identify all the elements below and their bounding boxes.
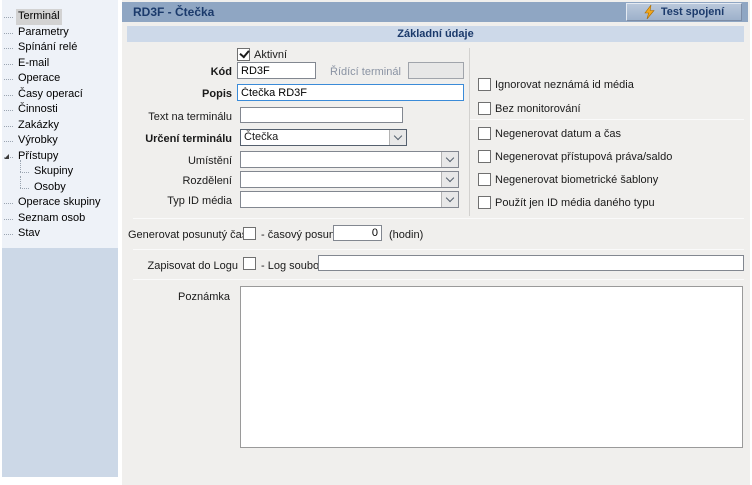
zapisovat-do-logu-checkbox[interactable] <box>243 257 256 270</box>
sidebar-item-email[interactable]: E-mail <box>2 56 118 72</box>
kod-label: Kód <box>142 65 232 79</box>
options-divider <box>470 119 744 120</box>
sidebar-item-label: Zakázky <box>16 118 61 134</box>
negenerovat-prava-label: Negenerovat přístupová práva/saldo <box>495 150 672 164</box>
test-connection-button[interactable]: Test spojení <box>626 3 742 21</box>
umisteni-select[interactable] <box>240 151 459 168</box>
sidebar-item-operace[interactable]: Operace <box>2 71 118 87</box>
section-divider <box>133 218 744 219</box>
aktivni-label: Aktivní <box>254 48 287 62</box>
sidebar-panel: Terminál Parametry Spínání relé E-mail O… <box>2 0 118 477</box>
sidebar-item-osoby[interactable]: Osoby <box>2 180 118 196</box>
typ-id-media-label: Typ ID média <box>142 194 232 208</box>
ridici-terminal-label: Řídící terminál <box>330 65 401 79</box>
section-divider <box>133 249 744 250</box>
sidebar-item-casy-operaci[interactable]: Časy operací <box>2 87 118 103</box>
urceni-terminalu-select[interactable]: Čtečka <box>240 129 407 146</box>
sidebar-item-label: Osoby <box>32 180 68 196</box>
sidebar-item-label: Parametry <box>16 25 71 41</box>
sidebar-item-terminal[interactable]: Terminál <box>2 9 118 25</box>
casovy-posun-label: - časový posun <box>261 228 335 242</box>
combo-dropdown-button[interactable] <box>441 192 458 207</box>
negenerovat-datum-label: Negenerovat datum a čas <box>495 127 621 141</box>
sidebar-item-label: Operace skupiny <box>16 195 103 211</box>
sidebar-item-seznam-osob[interactable]: Seznam osob <box>2 211 118 227</box>
ignorovat-neznama-label: Ignorovat neznámá id média <box>495 78 634 92</box>
sidebar-item-parametry[interactable]: Parametry <box>2 25 118 41</box>
urceni-terminalu-value: Čtečka <box>241 130 389 145</box>
sidebar-item-label: Výrobky <box>16 133 60 149</box>
aktivni-checkbox[interactable] <box>237 48 250 61</box>
sidebar-item-label: Spínání relé <box>16 40 79 56</box>
vertical-divider <box>469 48 470 216</box>
sidebar-item-label: Časy operací <box>16 87 85 103</box>
hodin-unit-label: (hodin) <box>389 228 423 242</box>
negenerovat-prava-checkbox[interactable] <box>478 150 491 163</box>
pouzit-jen-id-checkbox[interactable] <box>478 196 491 209</box>
sidebar-item-stav[interactable]: Stav <box>2 226 118 242</box>
sidebar-item-label: Seznam osob <box>16 211 87 227</box>
poznamka-label: Poznámka <box>140 290 230 304</box>
negenerovat-sablony-label: Negenerovat biometrické šablony <box>495 173 658 187</box>
bez-monitorovani-label: Bez monitorování <box>495 102 581 116</box>
combo-dropdown-button[interactable] <box>441 152 458 167</box>
sidebar-item-label: Stav <box>16 226 42 242</box>
text-na-terminalu-label: Text na terminálu <box>142 110 232 124</box>
chevron-down-icon <box>394 132 402 140</box>
sidebar-item-label: Operace <box>16 71 62 87</box>
sidebar-item-label: Přístupy <box>16 149 60 165</box>
sidebar-item-spinani-rele[interactable]: Spínání relé <box>2 40 118 56</box>
pouzit-jen-id-label: Použít jen ID média daného typu <box>495 196 655 210</box>
sidebar-item-vyrobky[interactable]: Výrobky <box>2 133 118 149</box>
text-na-terminalu-input[interactable] <box>240 107 403 123</box>
combo-dropdown-button[interactable] <box>389 130 406 145</box>
lightning-icon <box>644 5 655 19</box>
chevron-down-icon <box>446 194 454 202</box>
sidebar-item-label: Terminál <box>16 9 62 25</box>
generovat-posunuty-cas-label: Generovat posunutý čas <box>128 228 238 242</box>
ridici-terminal-input[interactable] <box>408 62 464 79</box>
umisteni-label: Umístění <box>142 154 232 168</box>
header-bar: RD3F - Čtečka Test spojení <box>122 2 748 22</box>
generovat-posunuty-cas-checkbox[interactable] <box>243 227 256 240</box>
chevron-down-icon <box>446 154 454 162</box>
typ-id-media-select[interactable] <box>240 191 459 208</box>
sidebar-item-label: Činnosti <box>16 102 60 118</box>
poznamka-textarea[interactable] <box>240 286 743 448</box>
zapisovat-do-logu-label: Zapisovat do Logu <box>128 259 238 273</box>
kod-input[interactable] <box>237 62 316 79</box>
rozdeleni-label: Rozdělení <box>142 174 232 188</box>
casovy-posun-input[interactable] <box>333 225 382 241</box>
main-panel: RD3F - Čtečka Test spojení Základní údaj… <box>122 0 750 485</box>
section-header: Základní údaje <box>127 26 744 42</box>
sidebar-item-zakazky[interactable]: Zakázky <box>2 118 118 134</box>
popis-input[interactable] <box>237 84 464 101</box>
log-soubor-label: - Log soubor <box>261 259 323 273</box>
expand-icon <box>4 154 9 159</box>
sidebar-item-label: Skupiny <box>32 164 75 180</box>
sidebar-item-label: E-mail <box>16 56 51 72</box>
popis-label: Popis <box>142 87 232 101</box>
sidebar-item-operace-skupiny[interactable]: Operace skupiny <box>2 195 118 211</box>
log-soubor-input[interactable] <box>318 255 744 271</box>
rozdeleni-select[interactable] <box>240 171 459 188</box>
navigation-tree: Terminál Parametry Spínání relé E-mail O… <box>2 0 118 248</box>
negenerovat-datum-checkbox[interactable] <box>478 127 491 140</box>
application-window: Terminál Parametry Spínání relé E-mail O… <box>0 0 752 485</box>
bez-monitorovani-checkbox[interactable] <box>478 102 491 115</box>
combo-dropdown-button[interactable] <box>441 172 458 187</box>
test-connection-label: Test spojení <box>661 6 724 18</box>
negenerovat-sablony-checkbox[interactable] <box>478 173 491 186</box>
chevron-down-icon <box>446 174 454 182</box>
page-title: RD3F - Čtečka <box>133 5 214 19</box>
section-divider <box>133 279 744 280</box>
ignorovat-neznama-checkbox[interactable] <box>478 78 491 91</box>
sidebar-item-cinnosti[interactable]: Činnosti <box>2 102 118 118</box>
urceni-terminalu-label: Určení terminálu <box>142 132 232 146</box>
